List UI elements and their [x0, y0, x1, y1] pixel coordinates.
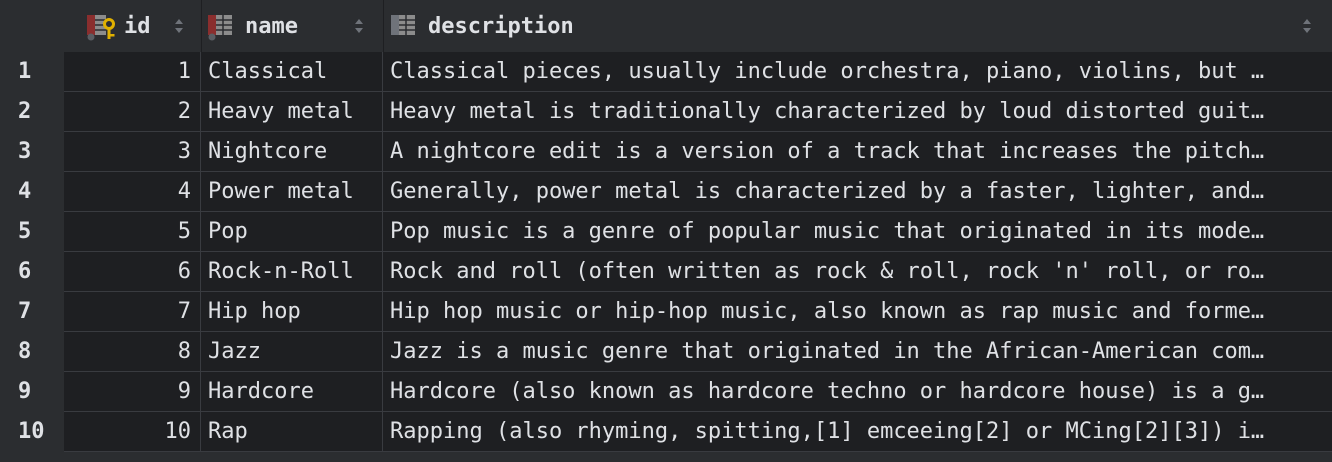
column-header-id-label: id: [124, 13, 151, 39]
cell-name[interactable]: Jazz: [201, 332, 383, 371]
row-number[interactable]: 7: [0, 292, 64, 332]
cell-id[interactable]: 10: [64, 412, 201, 451]
cell-name[interactable]: Power metal: [201, 172, 383, 211]
cell-id[interactable]: 8: [64, 332, 201, 371]
table-row[interactable]: 10 10 Rap Rapping (also rhyming, spittin…: [0, 412, 1332, 452]
cell-description[interactable]: Generally, power metal is characterized …: [383, 172, 1323, 211]
cell-id[interactable]: 2: [64, 92, 201, 131]
table-row[interactable]: 2 2 Heavy metal Heavy metal is tradition…: [0, 92, 1332, 132]
cell-description[interactable]: Hardcore (also known as hardcore techno …: [383, 372, 1323, 411]
column-icon: [208, 15, 232, 41]
cell-name[interactable]: Hardcore: [201, 372, 383, 411]
cell-id[interactable]: 7: [64, 292, 201, 331]
row-number[interactable]: 2: [0, 92, 64, 132]
table-row[interactable]: 9 9 Hardcore Hardcore (also known as har…: [0, 372, 1332, 412]
cell-name[interactable]: Rock-n-Roll: [201, 252, 383, 291]
cell-name[interactable]: Rap: [201, 412, 383, 451]
cell-description[interactable]: A nightcore edit is a version of a track…: [383, 132, 1323, 171]
table-row[interactable]: 3 3 Nightcore A nightcore edit is a vers…: [0, 132, 1332, 172]
sort-icon[interactable]: [174, 16, 184, 36]
cell-id[interactable]: 1: [64, 52, 201, 91]
row-number[interactable]: 3: [0, 132, 64, 172]
table-row[interactable]: 1 1 Classical Classical pieces, usually …: [0, 52, 1332, 92]
cell-name[interactable]: Classical: [201, 52, 383, 91]
cell-description[interactable]: Rock and roll (often written as rock & r…: [383, 252, 1323, 291]
data-grid: id name description 1 1 Classical Classi…: [0, 0, 1332, 462]
row-number[interactable]: 9: [0, 372, 64, 412]
cell-id[interactable]: 4: [64, 172, 201, 211]
grid-header: id name description: [0, 0, 1332, 52]
row-number[interactable]: 1: [0, 52, 64, 92]
cell-name[interactable]: Hip hop: [201, 292, 383, 331]
table-row[interactable]: 4 4 Power metal Generally, power metal i…: [0, 172, 1332, 212]
cell-id[interactable]: 6: [64, 252, 201, 291]
cell-description[interactable]: Hip hop music or hip-hop music, also kno…: [383, 292, 1323, 331]
column-icon: [391, 15, 415, 35]
row-number[interactable]: 5: [0, 212, 64, 252]
cell-description[interactable]: Rapping (also rhyming, spitting,[1] emce…: [383, 412, 1323, 451]
cell-name[interactable]: Pop: [201, 212, 383, 251]
cell-description[interactable]: Classical pieces, usually include orches…: [383, 52, 1323, 91]
cell-id[interactable]: 5: [64, 212, 201, 251]
row-number[interactable]: 6: [0, 252, 64, 292]
cell-description[interactable]: Jazz is a music genre that originated in…: [383, 332, 1323, 371]
cell-description[interactable]: Heavy metal is traditionally characteriz…: [383, 92, 1323, 131]
row-number[interactable]: 4: [0, 172, 64, 212]
row-number[interactable]: 8: [0, 332, 64, 372]
table-row[interactable]: 7 7 Hip hop Hip hop music or hip-hop mus…: [0, 292, 1332, 332]
cell-id[interactable]: 3: [64, 132, 201, 171]
column-header-name-label: name: [245, 13, 298, 39]
column-header-description-label: description: [428, 13, 574, 39]
table-row[interactable]: 5 5 Pop Pop music is a genre of popular …: [0, 212, 1332, 252]
table-row[interactable]: 6 6 Rock-n-Roll Rock and roll (often wri…: [0, 252, 1332, 292]
primary-key-column-icon: [87, 15, 115, 41]
sort-icon[interactable]: [354, 16, 364, 36]
column-header-description[interactable]: description: [390, 0, 1322, 52]
cell-id[interactable]: 9: [64, 372, 201, 411]
cell-name[interactable]: Heavy metal: [201, 92, 383, 131]
row-number[interactable]: 10: [0, 412, 64, 452]
table-row[interactable]: 8 8 Jazz Jazz is a music genre that orig…: [0, 332, 1332, 372]
column-header-id[interactable]: id: [86, 0, 201, 52]
cell-description[interactable]: Pop music is a genre of popular music th…: [383, 212, 1323, 251]
horizontal-scrollbar[interactable]: [0, 452, 1332, 462]
sort-icon[interactable]: [1302, 16, 1312, 36]
cell-name[interactable]: Nightcore: [201, 132, 383, 171]
column-header-name[interactable]: name: [207, 0, 383, 52]
